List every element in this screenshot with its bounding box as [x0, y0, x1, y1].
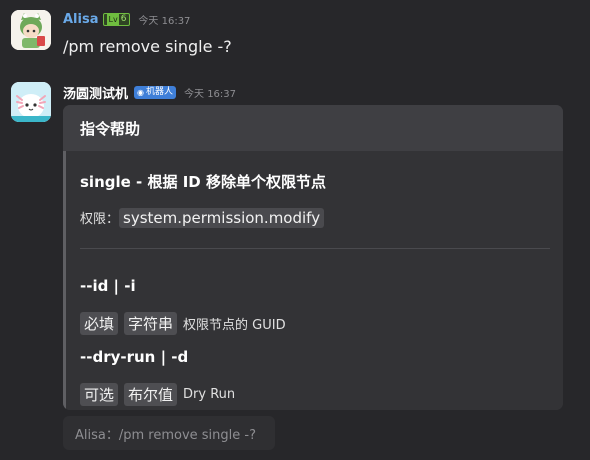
type-tag: 布尔值	[124, 383, 178, 406]
option-description: Dry Run	[183, 387, 236, 402]
robot-icon: ◉	[137, 87, 144, 97]
option-name: --id | -i	[80, 277, 136, 295]
option-tags: 可选 布尔值 Dry Run	[80, 383, 235, 406]
axolotl-avatar-icon	[11, 82, 51, 122]
permission-row: 权限： system.permission.modify	[80, 208, 325, 228]
message-input-preview[interactable]: Alisa：/pm remove single -?	[63, 416, 275, 450]
card-header: 指令帮助	[63, 105, 563, 151]
card-body: single - 根据 ID 移除单个权限节点 权限： system.permis…	[63, 151, 563, 410]
help-card: 指令帮助 single - 根据 ID 移除单个权限节点 权限： system.p…	[63, 105, 563, 410]
timestamp: 今天 16:37	[184, 88, 237, 100]
command-title: single - 根据 ID 移除单个权限节点	[80, 173, 326, 191]
message-header: 汤圆测试机 ◉ 机器人 今天 16:37	[63, 83, 237, 102]
option-tags: 必填 字符串 权限节点的 GUID	[80, 312, 286, 335]
permission-code: system.permission.modify	[119, 208, 325, 228]
option-name: --dry-run | -d	[80, 348, 189, 366]
required-tag: 必填	[80, 312, 119, 335]
bot-badge: ◉ 机器人	[134, 85, 177, 99]
optional-tag: 可选	[80, 383, 119, 406]
message-bot: 汤圆测试机 ◉ 机器人 今天 16:37 指令帮助 single - 根据 ID…	[0, 0, 590, 460]
option-description: 权限节点的 GUID	[183, 318, 286, 333]
bot-badge-label: 机器人	[146, 86, 174, 97]
divider	[80, 248, 550, 249]
permission-label: 权限：	[80, 212, 120, 227]
type-tag: 字符串	[124, 312, 178, 335]
bot-avatar[interactable]	[11, 82, 51, 122]
author-name[interactable]: 汤圆测试机	[63, 83, 128, 102]
